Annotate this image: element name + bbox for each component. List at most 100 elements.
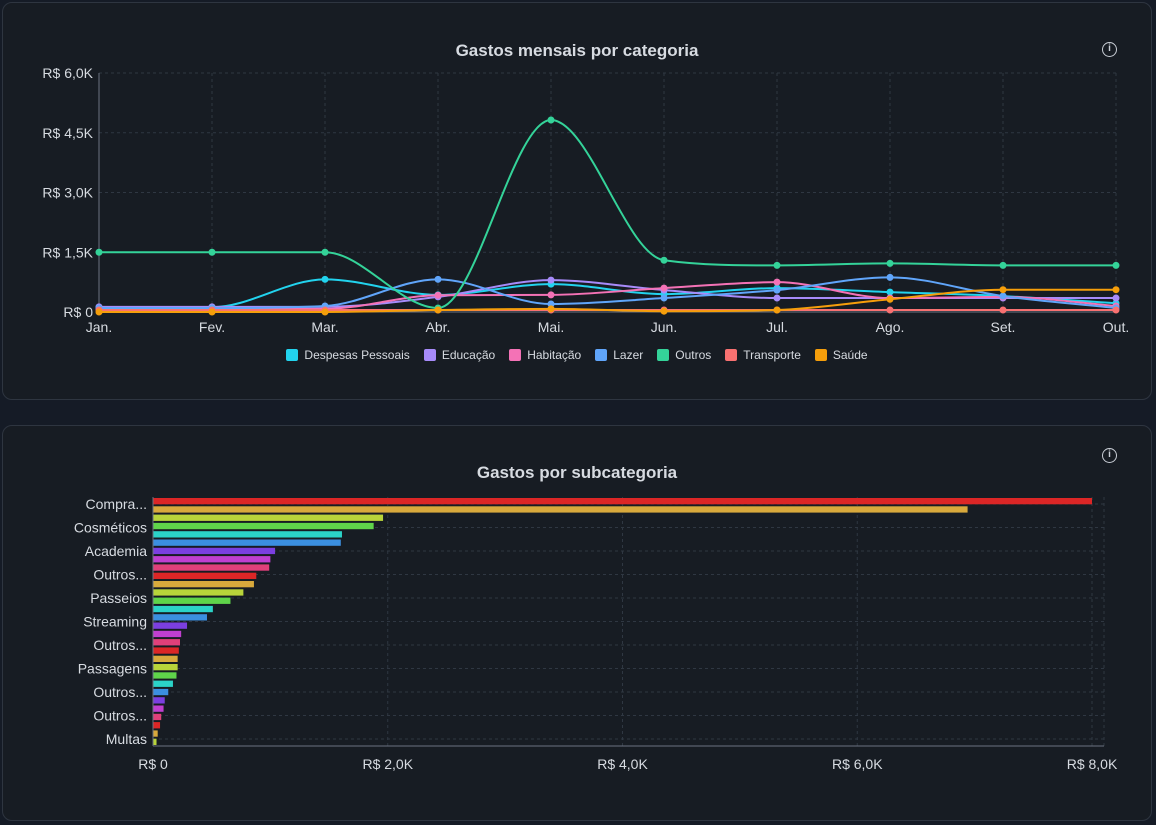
line-chart-legend: Despesas Pessoais Educação Habitação Lazer O…	[3, 348, 1151, 362]
series-point-6	[660, 307, 668, 315]
series-point-5	[999, 306, 1007, 314]
x-tick-label: Jun.	[651, 319, 677, 335]
bar-21	[153, 672, 177, 679]
series-point-1	[547, 276, 555, 284]
legend-label: Outros	[675, 348, 712, 362]
bar-18	[153, 647, 179, 654]
legend-swatch	[286, 349, 299, 361]
y-tick-label: Passagens	[78, 661, 147, 677]
bar-2	[153, 514, 384, 521]
series-point-2	[660, 284, 668, 292]
y-tick-label: Outros...	[93, 567, 147, 583]
bar-6	[153, 547, 276, 555]
bar-5	[153, 539, 341, 546]
legend-label: Saúde	[832, 348, 868, 362]
series-point-6	[547, 305, 555, 313]
bar-23	[153, 688, 169, 696]
x-tick-label: Jan.	[86, 319, 112, 335]
legend-swatch	[657, 349, 670, 361]
legend-label: Transporte	[743, 348, 801, 362]
y-tick-label: Streaming	[83, 614, 147, 630]
legend-label: Educação	[441, 348, 496, 362]
x-tick-label: Set.	[991, 319, 1016, 335]
series-point-3	[999, 292, 1007, 300]
y-tick-label: Outros...	[93, 708, 147, 724]
series-point-6	[1112, 286, 1120, 294]
bar-17	[153, 639, 180, 646]
y-tick-label: Outros...	[93, 684, 147, 700]
legend-item[interactable]: Outros	[657, 348, 711, 362]
legend-swatch	[595, 349, 608, 361]
bar-11	[153, 589, 244, 596]
bar-4	[153, 531, 342, 538]
series-point-6	[434, 306, 442, 314]
y-tick-label: Multas	[106, 731, 147, 747]
y-tick-label: R$ 1,5K	[42, 244, 93, 260]
series-point-2	[773, 278, 781, 286]
bar-1	[153, 506, 968, 513]
bar-25	[153, 705, 164, 712]
series-point-4	[208, 248, 216, 256]
series-line-2	[99, 281, 1117, 310]
legend-item[interactable]: Despesas Pessoais	[286, 348, 410, 362]
bar-8	[153, 564, 270, 571]
bar-19	[153, 655, 178, 662]
bar-24	[153, 697, 165, 704]
legend-item[interactable]: Lazer	[595, 348, 643, 362]
series-point-0	[321, 275, 329, 283]
series-line-4	[98, 119, 1116, 310]
series-point-4	[660, 256, 668, 264]
series-point-6	[208, 308, 216, 316]
legend-swatch	[423, 349, 436, 361]
y-tick-label: R$ 3,0K	[42, 185, 93, 201]
x-tick-label: R$ 8,0K	[1067, 756, 1118, 772]
series-point-4	[547, 116, 555, 124]
series-point-3	[660, 294, 668, 302]
bar-15	[153, 622, 188, 629]
bar-26	[153, 713, 162, 721]
x-tick-label: R$ 2,0K	[362, 756, 413, 772]
series-point-6	[773, 306, 781, 314]
legend-item[interactable]: Habitação	[509, 348, 581, 362]
series-point-2	[547, 291, 555, 299]
bar-3	[153, 522, 374, 530]
monthly-expenses-card: Gastos mensais por categoria i R$ 0 R$ 1,…	[2, 2, 1152, 400]
series-point-6	[321, 308, 329, 316]
x-tick-label: R$ 4,0K	[597, 756, 648, 772]
subcategory-expenses-card: Gastos por subcategoria i R$ 0 R$ 2,0K R$ …	[2, 425, 1152, 821]
x-tick-label: Mar.	[311, 319, 338, 335]
series-point-6	[886, 295, 894, 303]
legend-swatch	[814, 349, 827, 361]
legend-label: Habitação	[527, 348, 582, 362]
series-point-5	[886, 306, 894, 314]
bar-0	[153, 498, 1092, 505]
bar-9	[153, 572, 257, 579]
legend-item[interactable]: Transporte	[725, 348, 801, 362]
bar-27	[153, 722, 161, 729]
bar-20	[153, 664, 178, 671]
series-point-5	[1112, 306, 1120, 314]
series-point-6	[95, 308, 103, 316]
bar-22	[153, 680, 173, 687]
x-tick-label: Mai.	[538, 319, 564, 335]
y-tick-label: Outros...	[93, 637, 147, 653]
legend-swatch	[725, 349, 738, 361]
legend-item[interactable]: Educação	[423, 348, 496, 362]
x-tick-label: R$ 0	[138, 756, 168, 772]
series-point-4	[773, 261, 781, 269]
line-chart: R$ 0 R$ 1,5K R$ 3,0K R$ 4,5K R$ 6,0K Jan. Fev.…	[42, 65, 1129, 335]
legend-item[interactable]: Saúde	[814, 348, 868, 362]
series-point-0	[886, 288, 894, 296]
legend-label: Lazer	[613, 348, 644, 362]
series-point-2	[434, 291, 442, 299]
y-tick-label: Compra...	[86, 496, 147, 512]
y-tick-label: Cosméticos	[74, 520, 147, 536]
x-tick-label: Ago.	[876, 319, 905, 335]
y-tick-label: R$ 6,0K	[42, 65, 93, 81]
legend-swatch	[509, 349, 522, 361]
bar-13	[153, 605, 213, 613]
bar-28	[153, 730, 158, 737]
x-tick-label: Abr.	[426, 319, 451, 335]
series-point-1	[773, 294, 781, 302]
y-tick-label: Academia	[85, 543, 147, 559]
